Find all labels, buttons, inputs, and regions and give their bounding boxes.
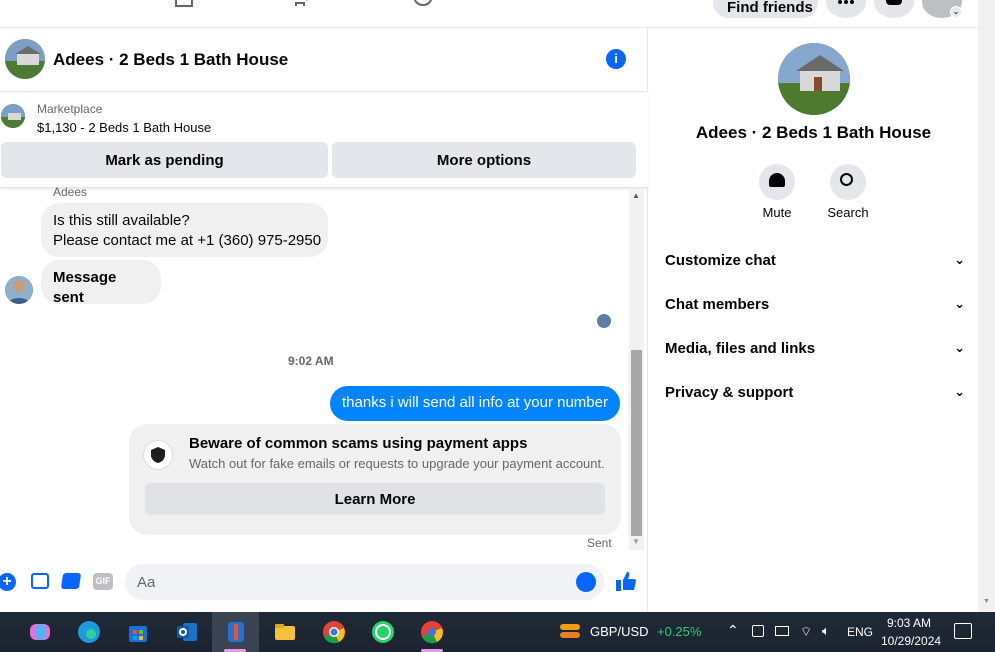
message-input[interactable]: Aa — [125, 564, 604, 600]
bell-icon — [886, 0, 902, 5]
ticker-change: +0.25% — [657, 624, 702, 639]
notification-center-icon[interactable] — [954, 623, 972, 639]
account-avatar[interactable]: ⌄ — [922, 0, 962, 18]
clock-time[interactable]: 9:03 AM — [887, 616, 931, 630]
profile-avatar[interactable] — [778, 43, 850, 115]
find-friends-button[interactable]: Find friends — [713, 0, 818, 18]
copilot-icon[interactable] — [26, 618, 54, 646]
info-icon[interactable]: i — [606, 49, 626, 69]
store-icon[interactable] — [124, 618, 152, 646]
marketplace-label: Marketplace — [37, 102, 103, 116]
gif-icon[interactable]: GIF — [93, 573, 113, 590]
scam-warning-card: Beware of common scams using payment app… — [129, 424, 621, 535]
message-line: Please contact me at +1 (360) 975-2950 — [53, 232, 322, 249]
chevron-down-icon: ⌄ — [950, 6, 962, 18]
listing-price-title[interactable]: $1,130 - 2 Beds 1 Bath House — [37, 120, 211, 135]
app-icon[interactable] — [222, 618, 250, 646]
sender-name: Adees — [53, 185, 88, 199]
chat-header: Adees · 2 Beds 1 Bath House i — [0, 28, 648, 92]
section-label: Privacy & support — [665, 383, 794, 401]
add-plus-icon[interactable]: + — [0, 573, 16, 591]
message-scrollbar[interactable]: ▲ ▼ — [629, 188, 644, 550]
marketplace-bar: Marketplace $1,130 - 2 Beds 1 Bath House… — [0, 92, 648, 188]
sender-avatar[interactable] — [5, 276, 33, 304]
volume-icon[interactable]: 🔈︎ — [822, 623, 830, 639]
learn-more-button[interactable]: Learn More — [145, 483, 605, 515]
chrome-profile-icon[interactable] — [418, 618, 446, 646]
emoji-icon[interactable] — [576, 572, 596, 592]
grid-icon — [838, 0, 854, 4]
more-options-button[interactable]: More options — [332, 142, 636, 178]
section-label: Customize chat — [665, 251, 776, 269]
page-scrollbar[interactable]: ▼ — [978, 0, 995, 612]
chevron-down-icon: ⌄ — [954, 296, 965, 311]
bell-icon — [769, 173, 785, 187]
message-input-placeholder: Aa — [137, 574, 156, 591]
search-button[interactable] — [830, 164, 866, 200]
scam-title: Beware of common scams using payment app… — [189, 435, 528, 452]
groups-nav-icon[interactable] — [292, 0, 316, 8]
meet-icon[interactable] — [752, 625, 764, 637]
chrome-icon[interactable] — [320, 618, 348, 646]
incoming-message[interactable]: Is this still available? Please contact … — [41, 203, 328, 257]
chat-title[interactable]: Adees · 2 Beds 1 Bath House — [53, 50, 288, 70]
find-friends-label: Find friends — [727, 0, 813, 14]
gaming-nav-icon[interactable] — [411, 0, 435, 8]
chat-pane: Adees · 2 Beds 1 Bath House i Marketplac… — [0, 28, 648, 612]
top-nav-bar: Find friends ⌄ — [0, 0, 978, 28]
chat-details-pane: Adees · 2 Beds 1 Bath House Mute Search … — [649, 28, 978, 612]
edge-icon[interactable] — [75, 618, 103, 646]
clock-date[interactable]: 10/29/2024 — [881, 634, 941, 648]
section-label: Media, files and links — [665, 339, 816, 357]
marketplace-nav-icon[interactable] — [172, 0, 196, 8]
ticker-symbol[interactable]: GBP/USD — [590, 624, 649, 639]
section-privacy-support[interactable]: Privacy & support ⌄ — [665, 380, 965, 404]
outgoing-message[interactable]: thanks i will send all info at your numb… — [330, 386, 620, 421]
incoming-message[interactable]: Message sent — [41, 260, 161, 306]
file-explorer-icon[interactable] — [271, 618, 299, 646]
mute-button[interactable] — [759, 164, 795, 200]
shield-icon — [143, 440, 173, 470]
menu-grid-button[interactable] — [826, 0, 866, 18]
scrollbar-thumb[interactable] — [631, 350, 642, 536]
notifications-button[interactable] — [874, 0, 914, 18]
listing-thumbnail[interactable] — [1, 104, 25, 128]
scam-body: Watch out for fake emails or requests to… — [189, 456, 605, 471]
message-line: Is this still available? — [53, 212, 190, 229]
mark-as-pending-button[interactable]: Mark as pending — [1, 142, 328, 178]
sent-status: Sent — [587, 536, 612, 550]
stocks-icon[interactable] — [558, 620, 582, 642]
section-chat-members[interactable]: Chat members ⌄ — [665, 292, 965, 316]
search-label: Search — [827, 205, 869, 220]
profile-title: Adees · 2 Beds 1 Bath House — [695, 123, 932, 142]
battery-icon[interactable] — [775, 626, 789, 636]
chat-avatar[interactable] — [5, 39, 45, 79]
message-timestamp: 9:02 AM — [288, 354, 334, 368]
whatsapp-icon[interactable] — [369, 618, 397, 646]
chevron-down-icon: ⌄ — [954, 384, 965, 399]
chevron-down-icon: ⌄ — [954, 252, 965, 267]
photo-icon[interactable] — [31, 573, 49, 589]
section-customize-chat[interactable]: Customize chat ⌄ — [665, 248, 965, 272]
scroll-down-arrow[interactable]: ▼ — [632, 537, 640, 546]
scroll-up-arrow[interactable]: ▲ — [632, 191, 640, 200]
chevron-down-icon: ⌄ — [954, 340, 965, 355]
section-label: Chat members — [665, 295, 770, 313]
section-media-files-links[interactable]: Media, files and links ⌄ — [665, 336, 965, 360]
scroll-down-arrow[interactable]: ▼ — [983, 598, 990, 605]
wifi-icon[interactable]: ⌔ — [800, 624, 812, 640]
sticker-icon[interactable] — [60, 573, 82, 589]
outlook-icon[interactable] — [173, 618, 201, 646]
chevron-up-icon[interactable]: ⌃ — [727, 622, 739, 639]
thumbs-up-icon[interactable] — [615, 571, 637, 593]
search-icon — [840, 173, 853, 186]
mute-label: Mute — [762, 205, 792, 220]
language-indicator[interactable]: ENG — [847, 625, 873, 639]
read-receipt-avatar — [597, 314, 611, 328]
